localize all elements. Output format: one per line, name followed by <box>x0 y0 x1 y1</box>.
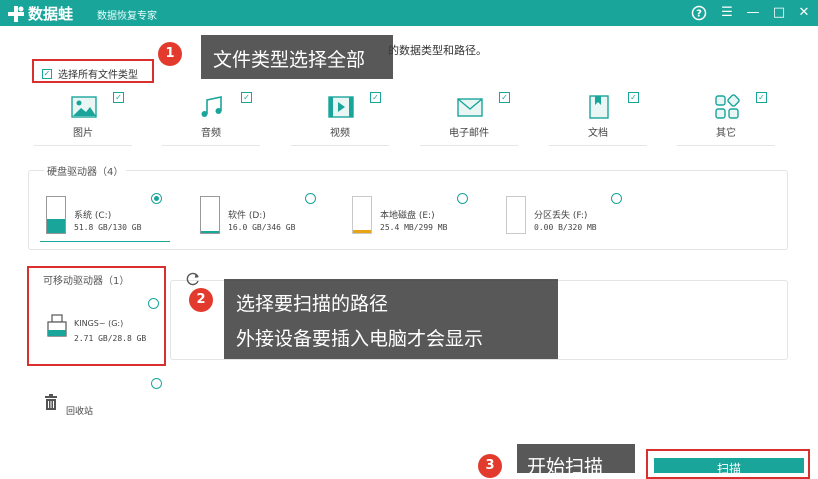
hint-text: 的数据类型和路径。 <box>388 44 487 57</box>
drive-name: 软件 (D:) <box>228 211 266 221</box>
removable-drive-size: 2.71 GB/28.8 GB <box>74 334 147 343</box>
hard-drive-section-title: 硬盘驱动器（4） <box>44 163 127 178</box>
maximize-button[interactable]: □ <box>770 4 788 22</box>
drive-size: 51.8 GB/130 GB <box>74 223 142 232</box>
checkbox-icon[interactable]: ✓ <box>370 92 381 103</box>
menu-button[interactable]: ☰ <box>718 4 736 22</box>
file-type-label: 文档 <box>588 128 608 139</box>
file-type-label: 其它 <box>716 128 736 139</box>
minimize-icon: — <box>746 5 760 20</box>
file-type-email[interactable]: ✓ 电子邮件 <box>420 86 518 146</box>
file-type-label: 音频 <box>201 128 221 139</box>
close-icon: ✕ <box>798 5 810 20</box>
close-button[interactable]: ✕ <box>795 4 813 22</box>
drive-radio[interactable] <box>151 193 162 204</box>
drive-size: 16.0 GB/346 GB <box>228 223 296 232</box>
removable-drive-name: KINGS~ (G:) <box>74 319 124 328</box>
recycle-bin-label: 回收站 <box>66 407 94 417</box>
checkbox-icon[interactable]: ✓ <box>499 92 510 103</box>
file-type-picture[interactable]: ✓ 图片 <box>34 86 132 146</box>
callout-2-line2: 外接设备要插入电脑才会显示 <box>236 328 484 350</box>
drive-item[interactable]: 分区丢失 (F:) 0.00 B/320 MB <box>506 196 656 242</box>
recycle-bin-radio[interactable] <box>151 378 162 389</box>
app-name: 数据蛙 <box>28 5 74 23</box>
callout-1-badge: 1 <box>158 42 182 66</box>
audio-icon <box>201 96 222 117</box>
help-icon: ? <box>691 5 707 21</box>
email-icon <box>457 98 483 117</box>
callout-1-text: 文件类型选择全部 <box>213 49 366 71</box>
file-type-document[interactable]: ✓ 文档 <box>549 86 647 146</box>
annotation-box-select-all <box>32 59 154 83</box>
removable-drive-radio[interactable] <box>148 298 159 309</box>
callout-1: 文件类型选择全部 <box>201 35 393 79</box>
other-icon <box>715 94 740 119</box>
picture-icon <box>71 96 97 118</box>
drive-radio[interactable] <box>457 193 468 204</box>
menu-icon: ☰ <box>721 5 733 20</box>
checkbox-icon[interactable]: ✓ <box>756 92 767 103</box>
document-icon <box>589 95 609 119</box>
callout-3: 开始扫描 <box>517 444 635 478</box>
scan-button[interactable]: 扫描 <box>654 458 804 473</box>
checkbox-icon[interactable]: ✓ <box>113 92 124 103</box>
maximize-icon: □ <box>772 5 786 20</box>
drive-name: 本地磁盘 (E:) <box>380 211 435 221</box>
drive-item[interactable]: 软件 (D:) 16.0 GB/346 GB <box>200 196 350 242</box>
video-icon <box>328 96 354 118</box>
checkbox-icon[interactable]: ✓ <box>628 92 639 103</box>
drive-name: 系统 (C:) <box>74 211 112 221</box>
callout-3-text: 开始扫描 <box>527 456 604 478</box>
file-type-other[interactable]: ✓ 其它 <box>677 86 775 146</box>
title-bar: 数据蛙 数据恢复专家 ? ☰ — □ ✕ <box>0 0 818 26</box>
app-subtitle: 数据恢复专家 <box>97 11 157 22</box>
help-button[interactable]: ? <box>690 4 708 22</box>
app-logo: 数据蛙 <box>6 3 73 24</box>
file-type-video[interactable]: ✓ 视频 <box>291 86 389 146</box>
svg-text:?: ? <box>696 9 702 20</box>
drive-icon <box>506 196 526 234</box>
callout-3-badge: 3 <box>478 454 502 478</box>
logo-icon <box>8 5 24 22</box>
refresh-icon[interactable] <box>185 271 201 287</box>
callout-2-line1: 选择要扫描的路径 <box>236 293 389 315</box>
drive-radio[interactable] <box>305 193 316 204</box>
file-type-audio[interactable]: ✓ 音频 <box>162 86 260 146</box>
callout-2-badge: 2 <box>189 288 213 312</box>
drive-name: 分区丢失 (F:) <box>534 211 588 221</box>
drive-item[interactable]: 系统 (C:) 51.8 GB/130 GB <box>46 196 196 242</box>
recycle-bin-icon[interactable] <box>44 394 58 411</box>
removable-drive-item[interactable]: KINGS~ (G:) 2.71 GB/28.8 GB <box>46 310 156 350</box>
drive-icon <box>46 196 66 234</box>
drive-item[interactable]: 本地磁盘 (E:) 25.4 MB/299 MB <box>352 196 502 242</box>
drive-size: 25.4 MB/299 MB <box>380 223 448 232</box>
file-type-label: 图片 <box>73 128 93 139</box>
removable-section-title: 可移动驱动器（1） <box>40 272 133 287</box>
drive-size: 0.00 B/320 MB <box>534 223 597 232</box>
drive-icon <box>352 196 372 234</box>
callout-2: 选择要扫描的路径 外接设备要插入电脑才会显示 <box>224 279 558 359</box>
minimize-button[interactable]: — <box>744 4 762 22</box>
drive-radio[interactable] <box>611 193 622 204</box>
usb-drive-icon <box>47 314 67 337</box>
file-type-label: 视频 <box>330 128 350 139</box>
selected-underline <box>40 241 170 242</box>
checkbox-icon[interactable]: ✓ <box>241 92 252 103</box>
drive-icon <box>200 196 220 234</box>
file-type-label: 电子邮件 <box>449 128 489 139</box>
